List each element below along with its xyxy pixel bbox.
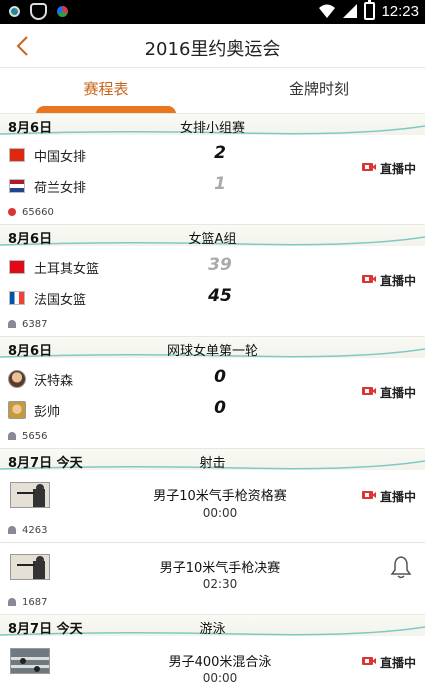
team-score: 45 (208, 286, 232, 306)
viewer-count: 1687 (8, 597, 47, 608)
swimming-event-thumbnail (10, 648, 50, 674)
team-name: 荷兰女排 (34, 181, 87, 196)
viewer-icon (8, 598, 16, 606)
viewer-icon (8, 432, 16, 440)
live-label: 直播中 (380, 162, 417, 176)
clock: 12:23 (381, 2, 419, 20)
section-header: 8月6日 女篮A组 (0, 224, 425, 247)
player-score: 0 (214, 398, 226, 418)
live-label: 直播中 (380, 386, 417, 400)
live-label: 直播中 (380, 274, 417, 288)
section-title: 网球女单第一轮 (166, 344, 258, 359)
tab-gold-moments[interactable]: 金牌时刻 (213, 78, 425, 99)
event-title[interactable]: 男子10米气手枪资格赛 (100, 485, 340, 504)
viewer-number: 65660 (22, 207, 54, 218)
player-score: 0 (214, 367, 226, 387)
tab-bar: 赛程表 金牌时刻 (0, 68, 425, 114)
team-row[interactable]: 荷兰女排 1 (0, 173, 425, 203)
viewer-count: 65660 (8, 207, 54, 218)
team-score: 1 (214, 174, 226, 194)
viewer-number: 5656 (22, 431, 48, 442)
team-name: 中国女排 (34, 150, 87, 165)
title-bar: 2016里约奥运会 (0, 24, 425, 68)
live-label: 直播中 (380, 490, 417, 504)
status-bar: 12:23 (0, 0, 425, 24)
event-time: 00:00 (202, 671, 238, 683)
battery-icon (364, 0, 376, 20)
viewer-number: 6387 (22, 319, 48, 330)
viewer-icon (8, 526, 16, 534)
shield-icon (30, 3, 47, 20)
section-header: 8月6日 网球女单第一轮 (0, 336, 425, 359)
viewer-count: 5656 (8, 431, 47, 442)
event-title[interactable]: 男子10米气手枪决赛 (100, 557, 340, 576)
team-score: 2 (214, 143, 226, 163)
section-title: 女排小组赛 (179, 121, 245, 136)
event-time: 02:30 (202, 577, 238, 591)
team-name: 土耳其女篮 (34, 262, 100, 277)
team-row[interactable]: 彭帅 0 (0, 397, 425, 427)
team-name: 法国女篮 (34, 293, 87, 308)
viewer-count: 6387 (8, 319, 47, 330)
viewer-icon (8, 320, 16, 328)
row-divider (0, 542, 425, 543)
page-title: 2016里约奥运会 (144, 39, 281, 60)
viewer-count: 4263 (8, 525, 47, 536)
section-header: 8月7日 今天 射击 (0, 448, 425, 471)
viewer-icon (8, 208, 16, 216)
france-flag-icon (9, 291, 25, 305)
section-header: 8月6日 女排小组赛 (0, 113, 425, 136)
netherlands-flag-icon (9, 179, 25, 193)
event-title[interactable]: 男子400米混合泳 (100, 651, 340, 670)
shooting-event-thumbnail (10, 482, 50, 508)
player-name: 彭帅 (34, 405, 61, 420)
live-label: 直播中 (380, 656, 417, 670)
wifi-icon (319, 4, 336, 18)
signal-icon (343, 4, 358, 18)
app-notification-icon (6, 3, 23, 20)
section-header: 8月7日 今天 游泳 (0, 614, 425, 637)
tab-schedule[interactable]: 赛程表 (0, 78, 212, 99)
china-flag-icon (9, 148, 25, 162)
event-time: 00:00 (202, 506, 238, 520)
section-title: 游泳 (199, 622, 226, 637)
section-title: 射击 (199, 456, 226, 471)
viewer-number: 4263 (22, 525, 48, 536)
player-avatar (8, 401, 26, 419)
app-notification-icon (54, 3, 71, 20)
player-name: 沃特森 (34, 374, 74, 389)
shooting-event-thumbnail (10, 554, 50, 580)
section-title: 女篮A组 (188, 232, 237, 247)
viewer-number: 1687 (22, 597, 48, 608)
team-score: 39 (208, 255, 232, 275)
bell-icon[interactable] (390, 555, 412, 579)
player-avatar (8, 370, 26, 388)
turkey-flag-icon (9, 260, 25, 274)
team-row[interactable]: 法国女篮 45 (0, 285, 425, 315)
